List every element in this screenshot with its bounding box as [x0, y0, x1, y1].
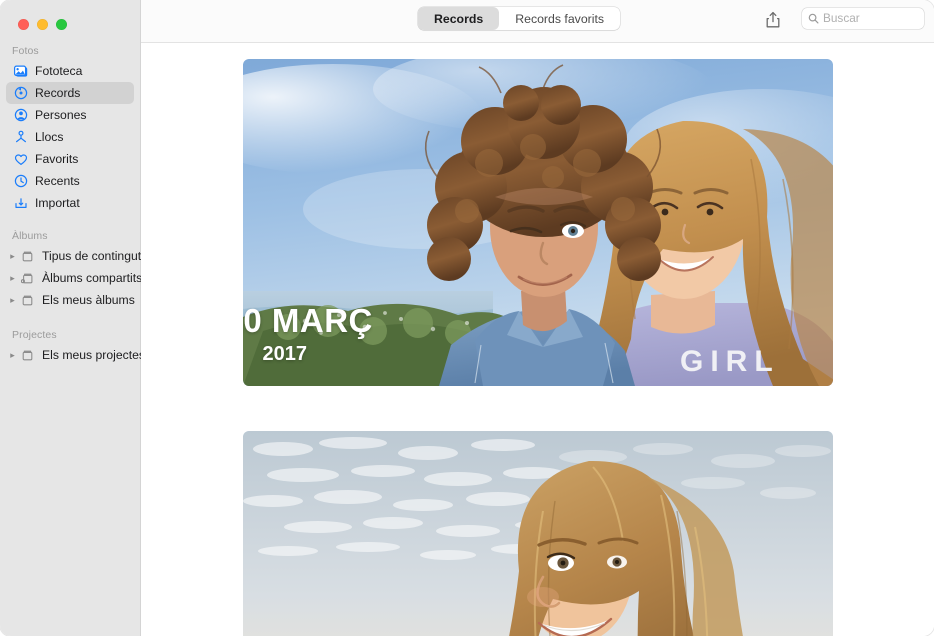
sidebar-item-recents[interactable]: Recents [6, 170, 134, 192]
sidebar-section-title-projectes: Projectes [12, 329, 57, 341]
places-pin-icon [12, 129, 29, 145]
chevron-right-icon[interactable]: ▸ [6, 273, 19, 284]
photos-app-window: Fotos Fototeca Records Persones Llocs Fa… [0, 0, 934, 636]
memories-scroll-area[interactable]: GIRL 0 MARÇ 2017 [141, 43, 934, 636]
memories-icon [12, 85, 29, 101]
sidebar-item-els-meus-projectes[interactable]: ▸ Els meus projectes [6, 344, 145, 366]
sidebar-item-label: Recents [35, 173, 80, 188]
album-icon [19, 347, 36, 363]
people-icon [12, 107, 29, 123]
view-mode-segmented-control[interactable]: Records Records favorits [418, 7, 621, 30]
memories-list: GIRL 0 MARÇ 2017 [141, 43, 934, 636]
toolbar: Records Records favorits Buscar [141, 0, 934, 43]
sidebar-section-projectes: Projectes ▸ Els meus projectes [0, 329, 145, 366]
sidebar-item-label: Llocs [35, 129, 64, 144]
sidebar-item-persones[interactable]: Persones [6, 104, 134, 126]
sidebar-section-title-albums: Àlbums [12, 230, 48, 242]
sidebar-item-label: Tipus de contingut [42, 248, 142, 263]
import-icon [12, 195, 29, 211]
shared-album-icon [19, 270, 36, 286]
photos-library-icon [12, 63, 29, 79]
chevron-right-icon[interactable]: ▸ [6, 350, 19, 361]
sidebar-item-tipus-de-contingut[interactable]: ▸ Tipus de contingut [6, 245, 141, 267]
sidebar-item-importat[interactable]: Importat [6, 192, 134, 214]
sidebar-item-label: Persones [35, 107, 87, 122]
clock-icon [12, 173, 29, 189]
sidebar-item-records[interactable]: Records [6, 82, 134, 104]
search-placeholder: Buscar [823, 10, 860, 25]
maximize-window-button[interactable] [56, 18, 67, 30]
svg-text:GIRL: GIRL [680, 345, 780, 378]
tab-records-favorits[interactable]: Records favorits [499, 7, 620, 30]
sidebar-item-label: Records [35, 85, 81, 100]
sidebar-item-label: Fototeca [35, 63, 83, 78]
sidebar-item-label: Importat [35, 195, 80, 210]
tab-records[interactable]: Records [418, 7, 500, 30]
minimize-window-button[interactable] [37, 18, 48, 30]
sidebar: Fotos Fototeca Records Persones Llocs Fa… [0, 0, 145, 636]
search-field[interactable]: Buscar [802, 8, 924, 29]
sidebar-item-llocs[interactable]: Llocs [6, 126, 134, 148]
search-icon [808, 13, 819, 24]
share-button[interactable] [761, 8, 785, 32]
sidebar-item-favorits[interactable]: Favorits [6, 148, 134, 170]
close-window-button[interactable] [18, 18, 29, 30]
sidebar-item-albums-compartits[interactable]: ▸ Àlbums compartits [6, 267, 142, 289]
heart-icon [12, 151, 29, 167]
main-content: Records Records favorits Buscar GIRL 0 M… [141, 0, 934, 636]
sidebar-section-albums: Àlbums ▸ Tipus de contingut ▸ Àlbums com… [0, 230, 142, 311]
album-icon [19, 292, 36, 308]
memory-photo-1: GIRL [242, 59, 833, 386]
sidebar-item-label: Favorits [35, 151, 79, 166]
window-controls [0, 0, 140, 33]
sidebar-item-label: Els meus àlbums [42, 292, 135, 307]
chevron-right-icon[interactable]: ▸ [6, 295, 19, 306]
sidebar-item-els-meus-albums[interactable]: ▸ Els meus àlbums [6, 289, 135, 311]
chevron-right-icon[interactable]: ▸ [6, 251, 19, 262]
sidebar-item-label: Els meus projectes [42, 347, 145, 362]
sidebar-item-label: Àlbums compartits [42, 270, 143, 285]
album-icon [19, 248, 36, 264]
sidebar-section-title-fotos: Fotos [12, 45, 39, 57]
memory-card-1[interactable]: GIRL 0 MARÇ 2017 [242, 59, 833, 386]
sidebar-section-fotos: Fotos Fototeca Records Persones Llocs Fa… [0, 45, 140, 214]
share-icon [766, 11, 780, 28]
memory-photo-2 [242, 431, 833, 636]
memory-card-2[interactable] [242, 431, 833, 636]
sidebar-item-fototeca[interactable]: Fototeca [6, 60, 134, 82]
